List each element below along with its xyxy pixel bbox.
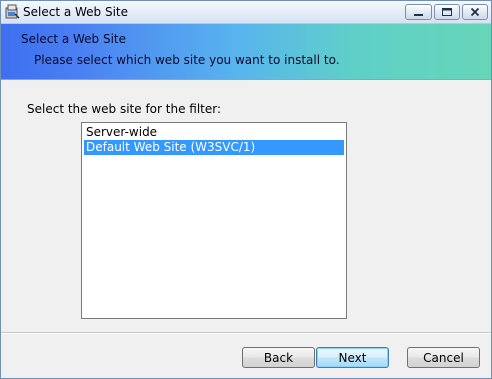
close-icon xyxy=(470,7,480,17)
close-button[interactable] xyxy=(462,4,488,20)
installer-window: Select a Web Site Select a Web Site Plea… xyxy=(0,0,492,379)
footer-divider xyxy=(1,332,491,334)
cancel-button[interactable]: Cancel xyxy=(407,347,480,368)
back-button[interactable]: Back xyxy=(242,347,315,368)
banner-title: Select a Web Site xyxy=(21,32,127,46)
minimize-button[interactable] xyxy=(405,4,432,20)
header-banner: Select a Web Site Please select which we… xyxy=(1,24,491,79)
web-site-listbox[interactable]: Server-wide Default Web Site (W3SVC/1) xyxy=(81,122,347,319)
next-button[interactable]: Next xyxy=(316,347,389,368)
banner-divider xyxy=(1,79,491,80)
list-item-server-wide[interactable]: Server-wide xyxy=(84,125,344,140)
list-item-default-web-site[interactable]: Default Web Site (W3SVC/1) xyxy=(84,140,344,155)
title-bar[interactable]: Select a Web Site xyxy=(1,1,491,24)
banner-subtitle: Please select which web site you want to… xyxy=(34,53,340,67)
maximize-icon xyxy=(442,8,452,16)
installer-icon xyxy=(4,4,20,20)
window-title: Select a Web Site xyxy=(23,5,129,19)
site-prompt-label: Select the web site for the filter: xyxy=(27,102,222,116)
maximize-button[interactable] xyxy=(434,4,460,20)
minimize-icon xyxy=(414,14,423,16)
